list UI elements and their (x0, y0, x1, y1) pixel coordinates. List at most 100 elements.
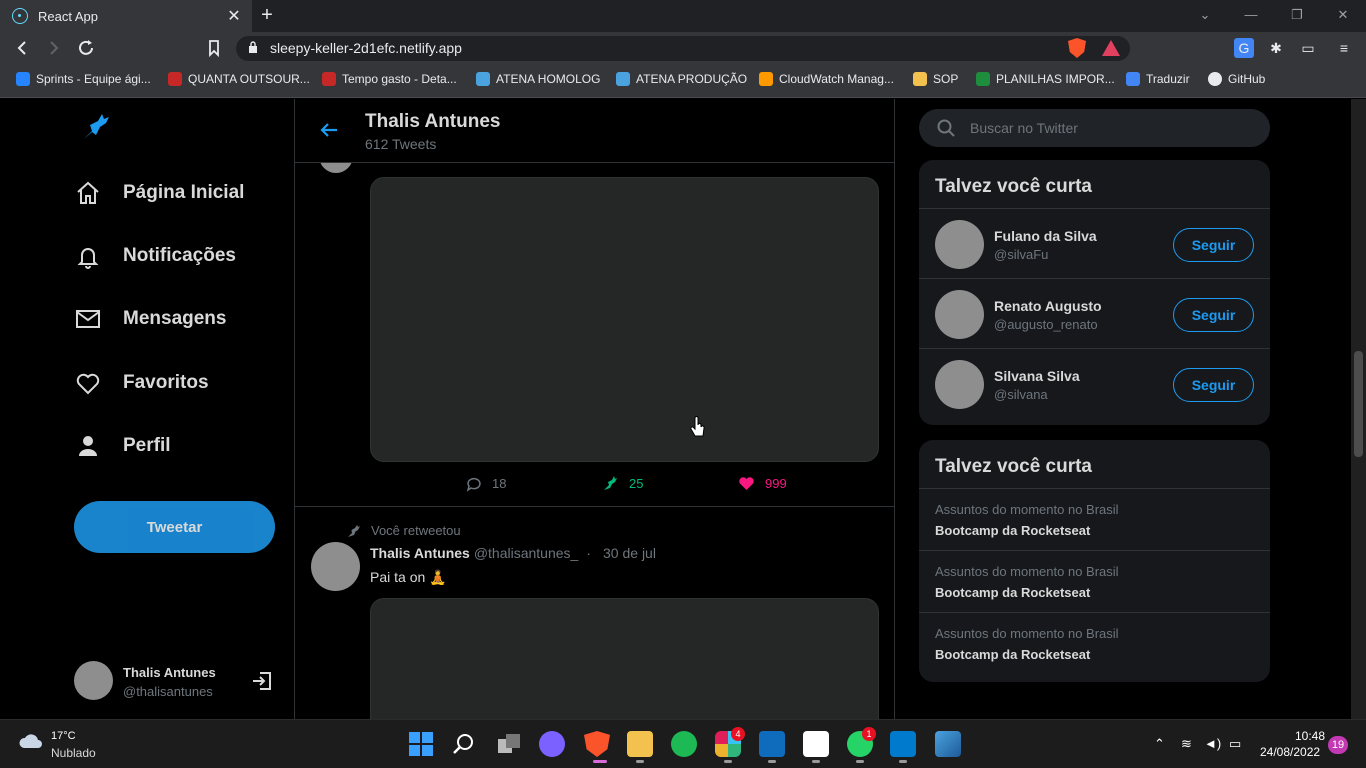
back-arrow-icon[interactable] (317, 118, 341, 142)
bookmark-item[interactable]: Sprints - Equipe ági... (16, 72, 151, 86)
page-scrollbar[interactable] (1351, 99, 1366, 719)
nav-messages[interactable]: Mensagens (74, 299, 226, 339)
tweet-media[interactable] (370, 598, 879, 719)
bookmark-icon[interactable] (202, 36, 226, 60)
bookmark-item[interactable]: SOP (913, 72, 958, 86)
nav-home-label: Página Inicial (123, 182, 245, 203)
like-action[interactable]: 999 (738, 475, 787, 492)
trend-item[interactable]: Assuntos do momento no Brasil Bootcamp d… (919, 488, 1270, 550)
avatar (74, 661, 113, 700)
url-text: sleepy-keller-2d1efc.netlify.app (270, 40, 462, 56)
scrollbar-thumb[interactable] (1354, 351, 1363, 457)
tray-chevron-icon[interactable]: ⌃ (1154, 736, 1165, 752)
minimize-button[interactable]: — (1228, 0, 1274, 30)
comment-action[interactable]: 18 (465, 475, 506, 492)
battery-icon[interactable]: ▭ (1229, 736, 1241, 752)
suggestion-item[interactable]: Silvana Silva @silvana Seguir (919, 348, 1270, 418)
search-taskbar-icon[interactable] (451, 731, 477, 757)
trend-topic: Bootcamp da Rocketseat (935, 585, 1091, 600)
tweet-count: 612 Tweets (365, 136, 437, 152)
suggestion-name: Renato Augusto (994, 298, 1102, 314)
bookmark-item[interactable]: PLANILHAS IMPOR... (976, 72, 1115, 86)
reload-icon[interactable] (74, 36, 98, 60)
mail-app-icon[interactable] (759, 731, 785, 757)
tweet-media[interactable] (370, 177, 879, 462)
bookmark-item[interactable]: ATENA PRODUÇÃO (616, 72, 747, 86)
bookmark-item[interactable]: CloudWatch Manag... (759, 72, 894, 86)
retweet-small-icon (348, 524, 360, 537)
follow-button[interactable]: Seguir (1173, 368, 1254, 402)
tweet-handle[interactable]: @thalisantunes_ (474, 545, 579, 561)
suggestion-handle: @silvana (994, 387, 1048, 402)
bookmark-item[interactable]: GitHub (1208, 72, 1265, 86)
logout-icon[interactable] (250, 669, 274, 693)
slack-badge: 4 (731, 727, 745, 741)
windows-start-icon[interactable] (408, 731, 434, 757)
tab-search-icon[interactable]: ⌄ (1182, 0, 1228, 30)
profile-name: Thalis Antunes (123, 665, 216, 680)
spotify-icon[interactable] (671, 731, 697, 757)
retweet-note: Você retweetou (347, 523, 461, 538)
like-count: 999 (765, 476, 787, 491)
follow-button[interactable]: Seguir (1173, 228, 1254, 262)
new-tab-button[interactable]: + (256, 4, 278, 26)
restore-button[interactable]: ❐ (1274, 0, 1320, 30)
lock-icon (249, 41, 257, 53)
nav-notifications-label: Notificações (123, 245, 236, 266)
feed-header: Thalis Antunes 612 Tweets (295, 99, 894, 163)
browser-menu-icon[interactable]: ≡ (1334, 38, 1354, 58)
weather-condition[interactable]: Nublado (51, 746, 96, 760)
suggestion-item[interactable]: Fulano da Silva @silvaFu Seguir (919, 208, 1270, 278)
bookmark-item[interactable]: Traduzir (1126, 72, 1190, 86)
forward-icon[interactable] (42, 36, 66, 60)
retweet-action[interactable]: 25 (602, 475, 643, 492)
mail-icon (76, 310, 100, 328)
comment-icon (466, 477, 481, 492)
wifi-icon[interactable]: ≋ (1181, 736, 1192, 752)
clock-time[interactable]: 10:48 (1295, 729, 1325, 743)
suggestion-item[interactable]: Renato Augusto @augusto_renato Seguir (919, 278, 1270, 348)
atena-icon (616, 72, 630, 86)
translate-extension-icon[interactable]: G (1234, 38, 1254, 58)
nav-notifications[interactable]: Notificações (74, 236, 236, 276)
close-window-button[interactable]: ✕ (1320, 0, 1366, 30)
react-favicon-icon (12, 8, 28, 24)
clock-date[interactable]: 24/08/2022 (1260, 745, 1320, 759)
notion-icon[interactable] (803, 731, 829, 757)
avatar (935, 290, 984, 339)
back-icon[interactable] (10, 36, 34, 60)
bell-icon (77, 248, 99, 269)
search-box[interactable] (919, 109, 1270, 147)
avatar[interactable] (311, 542, 360, 591)
cloud-icon[interactable] (18, 732, 44, 750)
tweet-author[interactable]: Thalis Antunes (370, 545, 470, 561)
nav-profile-label: Perfil (123, 435, 171, 456)
task-view-icon[interactable] (496, 731, 522, 757)
vscode-icon[interactable] (890, 731, 916, 757)
extensions-icon[interactable]: ✱ (1266, 38, 1286, 58)
trend-item[interactable]: Assuntos do momento no Brasil Bootcamp d… (919, 612, 1270, 674)
volume-icon[interactable]: ◄) (1204, 736, 1221, 751)
tweet-button[interactable]: Tweetar (74, 501, 275, 553)
follow-button[interactable]: Seguir (1173, 298, 1254, 332)
nav-favorites[interactable]: Favoritos (74, 363, 209, 403)
trend-item[interactable]: Assuntos do momento no Brasil Bootcamp d… (919, 550, 1270, 612)
close-tab-icon[interactable]: ✕ (222, 6, 246, 26)
brave-rewards-icon[interactable] (1102, 40, 1120, 56)
nav-home[interactable]: Página Inicial (74, 173, 244, 213)
photos-icon[interactable] (935, 731, 961, 757)
running-app-indicator (856, 760, 864, 763)
search-input[interactable] (970, 109, 1260, 147)
nav-profile[interactable]: Perfil (74, 426, 171, 466)
bird-logo-icon[interactable] (80, 111, 112, 143)
browser-tab[interactable]: React App ✕ (0, 0, 252, 32)
bookmark-item[interactable]: ATENA HOMOLOG (476, 72, 600, 86)
weather-temperature[interactable]: 17°C (51, 730, 76, 742)
file-explorer-icon[interactable] (627, 731, 653, 757)
bookmark-item[interactable]: QUANTA OUTSOUR... (168, 72, 310, 86)
wallet-icon[interactable]: ▭ (1298, 38, 1318, 58)
bookmark-item[interactable]: Tempo gasto - Deta... (322, 72, 457, 86)
notification-badge[interactable]: 19 (1328, 736, 1348, 754)
chat-app-icon[interactable] (539, 731, 565, 757)
tweet-date[interactable]: 30 de jul (603, 545, 656, 561)
